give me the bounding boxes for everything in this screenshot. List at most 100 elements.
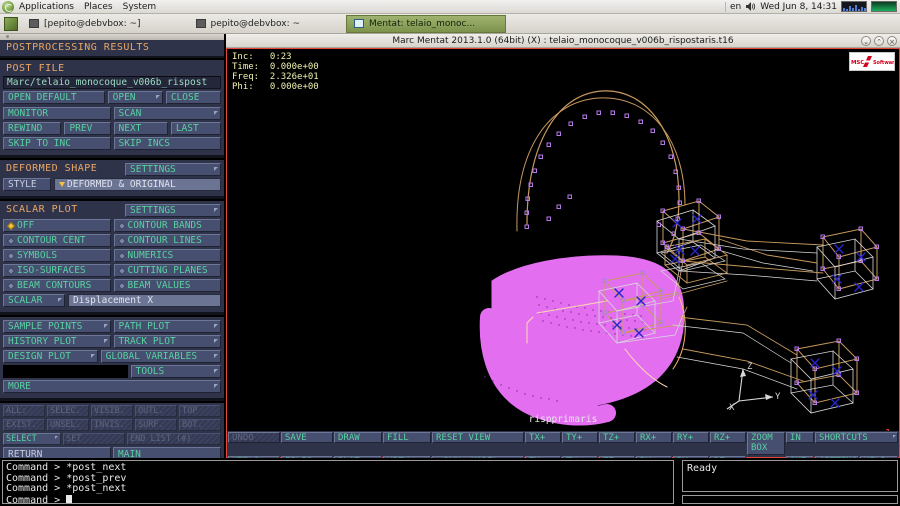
skip-to-inc-button[interactable]: SKIP TO INC	[3, 137, 111, 150]
last-button[interactable]: LAST	[170, 122, 221, 135]
open-default-button[interactable]: OPEN DEFAULT	[3, 91, 105, 104]
monitor-button[interactable]: MONITOR	[3, 107, 111, 120]
scalar-option-contour-bands[interactable]: CONTOUR BANDS	[113, 219, 221, 232]
console-line: Command > *post_next	[6, 483, 127, 494]
speaker-icon[interactable]	[745, 1, 756, 12]
scalar-option-cutting-planes[interactable]: CUTTING PLANES	[113, 264, 221, 277]
sample-points-button[interactable]: SAMPLE POINTS	[3, 320, 111, 333]
task-button-terminal-1[interactable]: [pepito@debvbox: ~]	[22, 15, 148, 33]
close-button[interactable]: ×	[887, 36, 897, 46]
open-button[interactable]: OPEN	[107, 91, 163, 104]
sel-selec-button[interactable]: SELEC.	[47, 405, 89, 417]
scalar-settings-button[interactable]: SETTINGS	[125, 203, 221, 217]
post-file-section: POST FILE Marc/telaio_monocoque_v006b_ri…	[0, 60, 224, 155]
menu-arrow-icon	[55, 436, 58, 439]
style-dropdown[interactable]: DEFORMED & ORIGINAL	[54, 178, 221, 191]
scalar-select-button[interactable]: SCALAR	[3, 294, 65, 307]
task-button-terminal-2[interactable]: pepito@debvbox: ~	[189, 15, 308, 33]
post-file-path-field[interactable]: Marc/telaio_monocoque_v006b_rispost	[3, 76, 221, 89]
zoom-in-button[interactable]: IN	[786, 432, 814, 443]
sel-surf-button[interactable]: SURF.	[135, 419, 177, 431]
tz-plus-button[interactable]: TZ+	[599, 432, 635, 443]
triad-label-z: Z	[747, 362, 753, 372]
skip-incs-button[interactable]: SKIP INCS	[113, 137, 221, 150]
scalar-option-iso-surfaces[interactable]: ISO-SURFACES	[3, 264, 111, 277]
undo-button[interactable]: UNDO	[228, 432, 280, 443]
model-canvas[interactable]: Inc: 0:23 Time: 0.000e+00 Freq: 2.326e+0…	[227, 49, 899, 441]
scan-button[interactable]: SCAN	[113, 107, 221, 120]
sel-bot-button[interactable]: BOT.	[179, 419, 221, 431]
design-plot-button[interactable]: DESIGN PLOT	[3, 350, 98, 363]
network-monitor-icon[interactable]	[871, 1, 897, 12]
selector-row-3: SELECT SET END LIST (#)	[3, 433, 221, 445]
menu-places[interactable]: Places	[79, 0, 118, 14]
minimize-button[interactable]: ⌄	[861, 36, 871, 46]
menu-system[interactable]: System	[118, 0, 162, 14]
sel-all-button[interactable]: ALL:	[3, 405, 45, 417]
sel-top-button[interactable]: TOP	[179, 405, 221, 417]
tx-plus-button[interactable]: TX+	[525, 432, 561, 443]
end-list-button[interactable]: END LIST (#)	[127, 433, 221, 445]
show-desktop-icon[interactable]	[4, 16, 18, 31]
keyboard-layout-indicator[interactable]: en	[730, 2, 741, 12]
sel-unsel-button[interactable]: UNSEL.	[47, 419, 89, 431]
cpu-monitor-icon[interactable]	[841, 1, 867, 12]
path-plot-button[interactable]: PATH PLOT	[113, 320, 221, 333]
main-button[interactable]: MAIN	[113, 447, 221, 458]
more-button[interactable]: MORE	[3, 380, 221, 393]
axis-triad: Z Y X	[726, 362, 781, 413]
radio-diamond-icon	[117, 221, 126, 230]
reset-view-button[interactable]: RESET VIEW	[432, 432, 524, 443]
sel-exist-button[interactable]: EXIST.	[3, 419, 45, 431]
return-button[interactable]: RETURN	[3, 447, 111, 458]
global-variables-button[interactable]: GLOBAL VARIABLES	[100, 350, 221, 363]
scalar-option-contour-cent[interactable]: CONTOUR CENT	[3, 234, 111, 247]
next-button[interactable]: NEXT	[113, 122, 168, 135]
sel-visib-button[interactable]: VISIB.	[91, 405, 133, 417]
system-tray: en Wed Jun 8, 14:31	[724, 1, 900, 12]
sel-outl-button[interactable]: OUTL.	[135, 405, 177, 417]
menu-arrow-icon	[214, 339, 218, 343]
scalar-option-off[interactable]: OFF	[3, 219, 111, 232]
ty-plus-button[interactable]: TY+	[562, 432, 598, 443]
window-title: Marc Mentat 2013.1.0 (64bit) (X) : telai…	[392, 35, 734, 46]
scalar-option-symbols[interactable]: SYMBOLS	[3, 249, 111, 262]
gnome-foot-icon[interactable]	[2, 0, 14, 13]
close-button[interactable]: CLOSE	[165, 91, 221, 104]
menu-arrow-icon	[214, 207, 218, 212]
history-plot-button[interactable]: HISTORY PLOT	[3, 335, 111, 348]
sel-invis-button[interactable]: INVIS.	[91, 419, 133, 431]
set-button[interactable]: SET	[63, 433, 125, 445]
track-plot-button[interactable]: TRACK PLOT	[113, 335, 221, 348]
task-button-mentat[interactable]: Mentat: telaio_monoc...	[346, 14, 507, 33]
draw-button[interactable]: DRAW	[334, 432, 382, 443]
prev-button[interactable]: PREV	[64, 122, 111, 135]
scalar-value-display[interactable]: Displacement X	[68, 294, 221, 307]
scalar-option-beam-values[interactable]: BEAM VALUES	[113, 279, 221, 292]
tools-button[interactable]: TOOLS	[130, 365, 221, 378]
command-input-line[interactable]: Command >	[6, 494, 670, 503]
rx-plus-button[interactable]: RX+	[636, 432, 672, 443]
deformed-settings-button[interactable]: SETTINGS	[125, 162, 221, 176]
scalar-option-contour-lines[interactable]: CONTOUR LINES	[113, 234, 221, 247]
rz-plus-button[interactable]: RZ+	[710, 432, 746, 443]
text-caret	[66, 494, 73, 503]
scalar-option-numerics[interactable]: NUMERICS	[113, 249, 221, 262]
shortcuts-button[interactable]: SHORTCUTS	[815, 432, 898, 443]
select-button[interactable]: SELECT	[3, 433, 61, 445]
finite-element-model	[479, 90, 879, 426]
command-console[interactable]: Command > *post_next Command > *post_pre…	[2, 460, 674, 504]
save-button[interactable]: SAVE	[281, 432, 333, 443]
window-titlebar[interactable]: Marc Mentat 2013.1.0 (64bit) (X) : telai…	[226, 34, 900, 48]
scalar-option-beam-contours[interactable]: BEAM CONTOURS	[3, 279, 111, 292]
radio-diamond-icon	[6, 266, 16, 275]
clock[interactable]: Wed Jun 8, 14:31	[760, 2, 837, 12]
terminal-icon	[195, 19, 206, 28]
menu-applications[interactable]: Applications	[14, 0, 79, 14]
zoom-box-button[interactable]: ZOOM BOX	[747, 432, 785, 455]
maximize-button[interactable]: ⌃	[874, 36, 884, 46]
rewind-button[interactable]: REWIND	[3, 122, 62, 135]
fill-button[interactable]: FILL	[383, 432, 431, 443]
ry-plus-button[interactable]: RY+	[673, 432, 709, 443]
tray-separator	[724, 1, 726, 12]
